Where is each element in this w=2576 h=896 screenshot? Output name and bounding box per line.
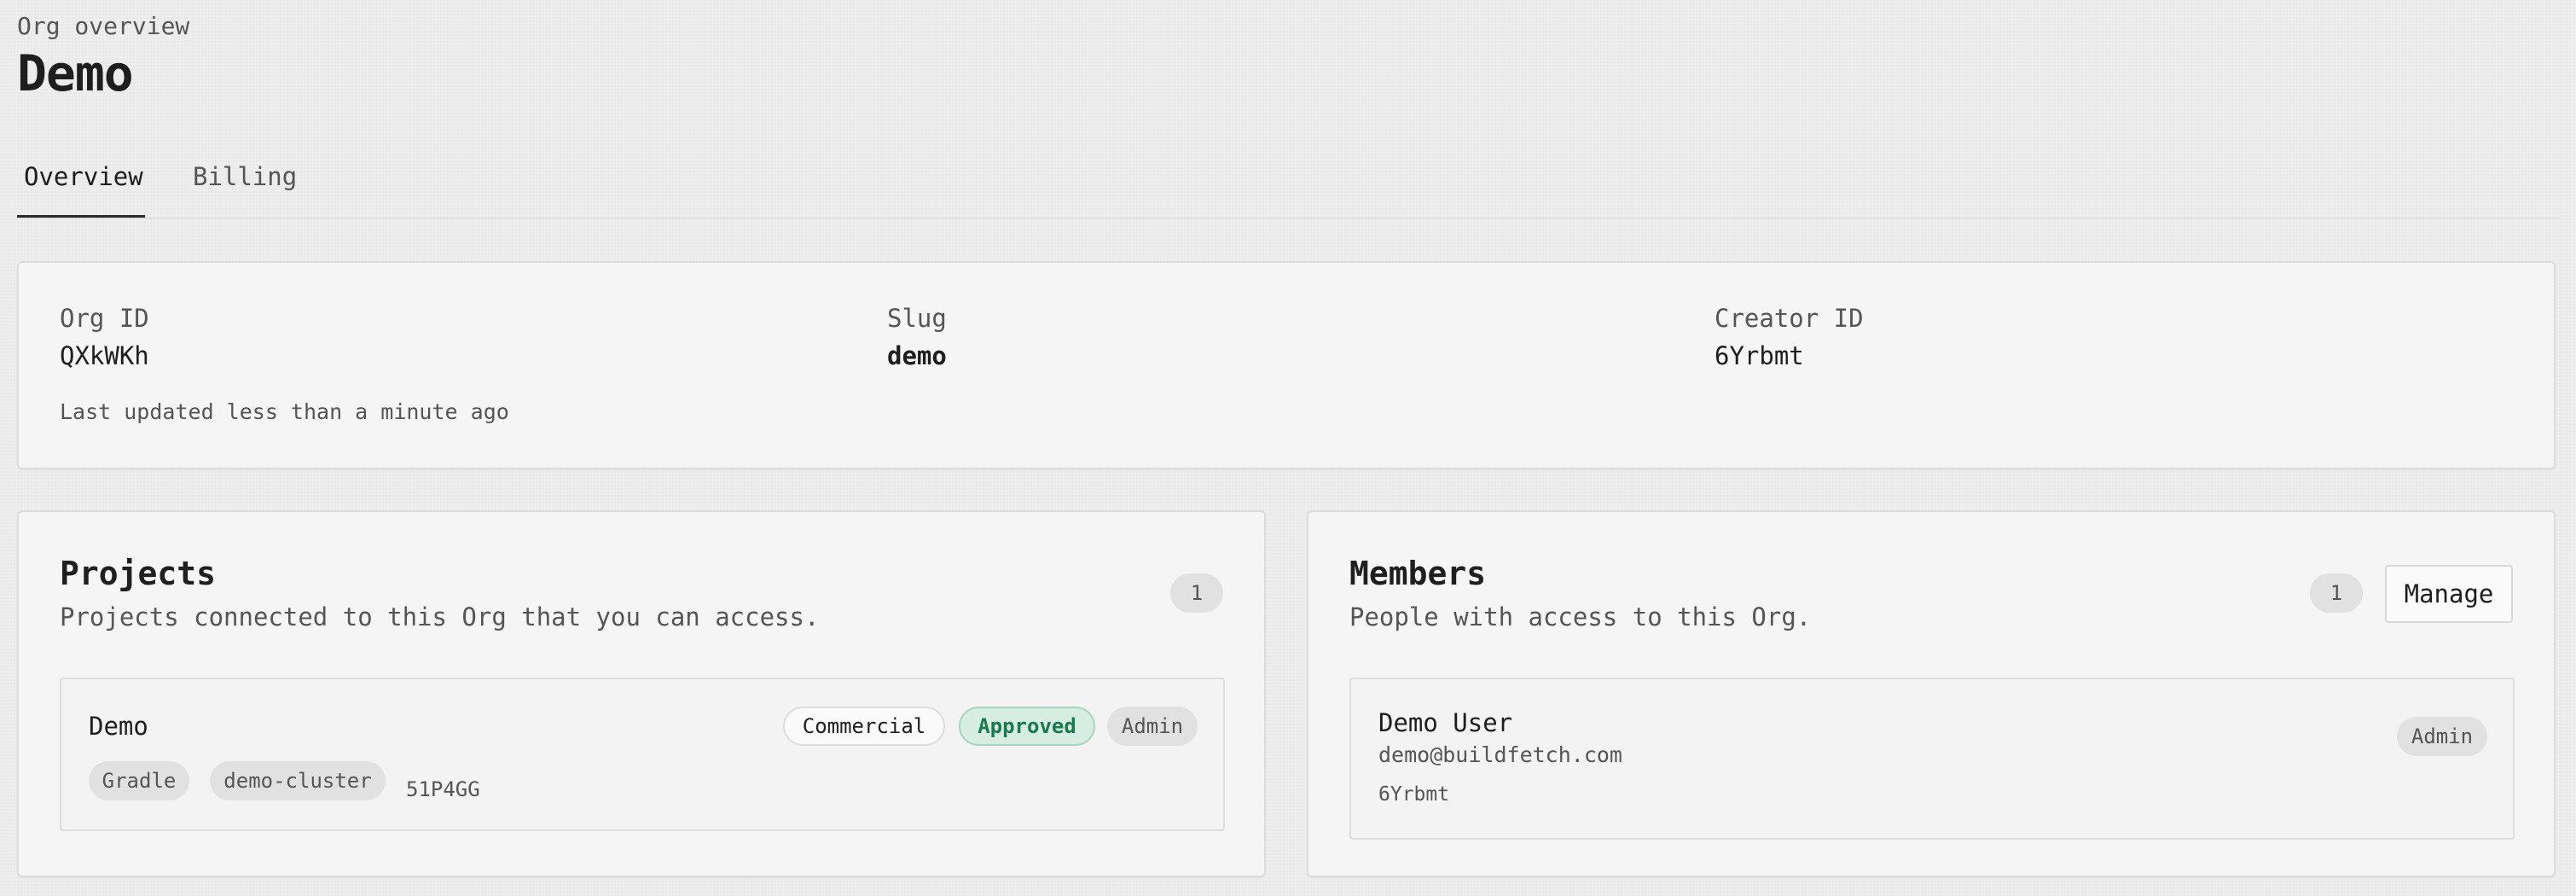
members-title: Members <box>1349 555 1487 592</box>
member-name: Demo User <box>1378 708 1513 737</box>
member-email: demo@buildfetch.com <box>1378 742 1622 767</box>
project-id: 51P4GG <box>406 777 480 801</box>
status-badge: Approved <box>959 707 1095 746</box>
tag-cluster: demo-cluster <box>210 761 386 800</box>
role-badge: Admin <box>1107 707 1198 746</box>
manage-members-button[interactable]: Manage <box>2385 565 2513 623</box>
project-name: Demo <box>89 712 148 741</box>
projects-subtitle: Projects connected to this Org that you … <box>60 602 820 631</box>
projects-card: Projects Projects connected to this Org … <box>17 510 1266 877</box>
projects-title: Projects <box>60 555 217 592</box>
org-id-value: QXkWKh <box>60 341 149 370</box>
tab-billing[interactable]: Billing <box>193 162 297 191</box>
last-updated-text: Last updated less than a minute ago <box>60 399 509 424</box>
slug-value: demo <box>887 341 947 370</box>
member-id: 6Yrbmt <box>1378 783 1450 806</box>
tab-overview[interactable]: Overview <box>24 162 143 191</box>
member-list-item: Demo User demo@buildfetch.com 6Yrbmt Adm… <box>1349 678 2515 840</box>
members-card: Members People with access to this Org. … <box>1307 510 2556 877</box>
tag-gradle: Gradle <box>89 761 189 800</box>
page-title: Demo <box>17 44 134 102</box>
creator-id-value: 6Yrbmt <box>1714 341 1804 370</box>
org-id-label: Org ID <box>60 304 149 333</box>
tab-bar: Overview Billing <box>17 145 2559 218</box>
slug-label: Slug <box>887 304 947 333</box>
project-list-item[interactable]: Demo Commercial Approved Admin Gradle de… <box>60 678 1225 831</box>
members-subtitle: People with access to this Org. <box>1349 602 1812 631</box>
page-eyebrow: Org overview <box>17 12 190 40</box>
members-count-badge: 1 <box>2310 573 2363 613</box>
license-badge: Commercial <box>783 707 945 746</box>
member-role-badge: Admin <box>2397 717 2487 756</box>
creator-id-label: Creator ID <box>1714 304 1864 333</box>
org-details-card: Org ID QXkWKh Slug demo Creator ID 6Yrbm… <box>17 261 2556 469</box>
projects-count-badge: 1 <box>1170 573 1223 613</box>
